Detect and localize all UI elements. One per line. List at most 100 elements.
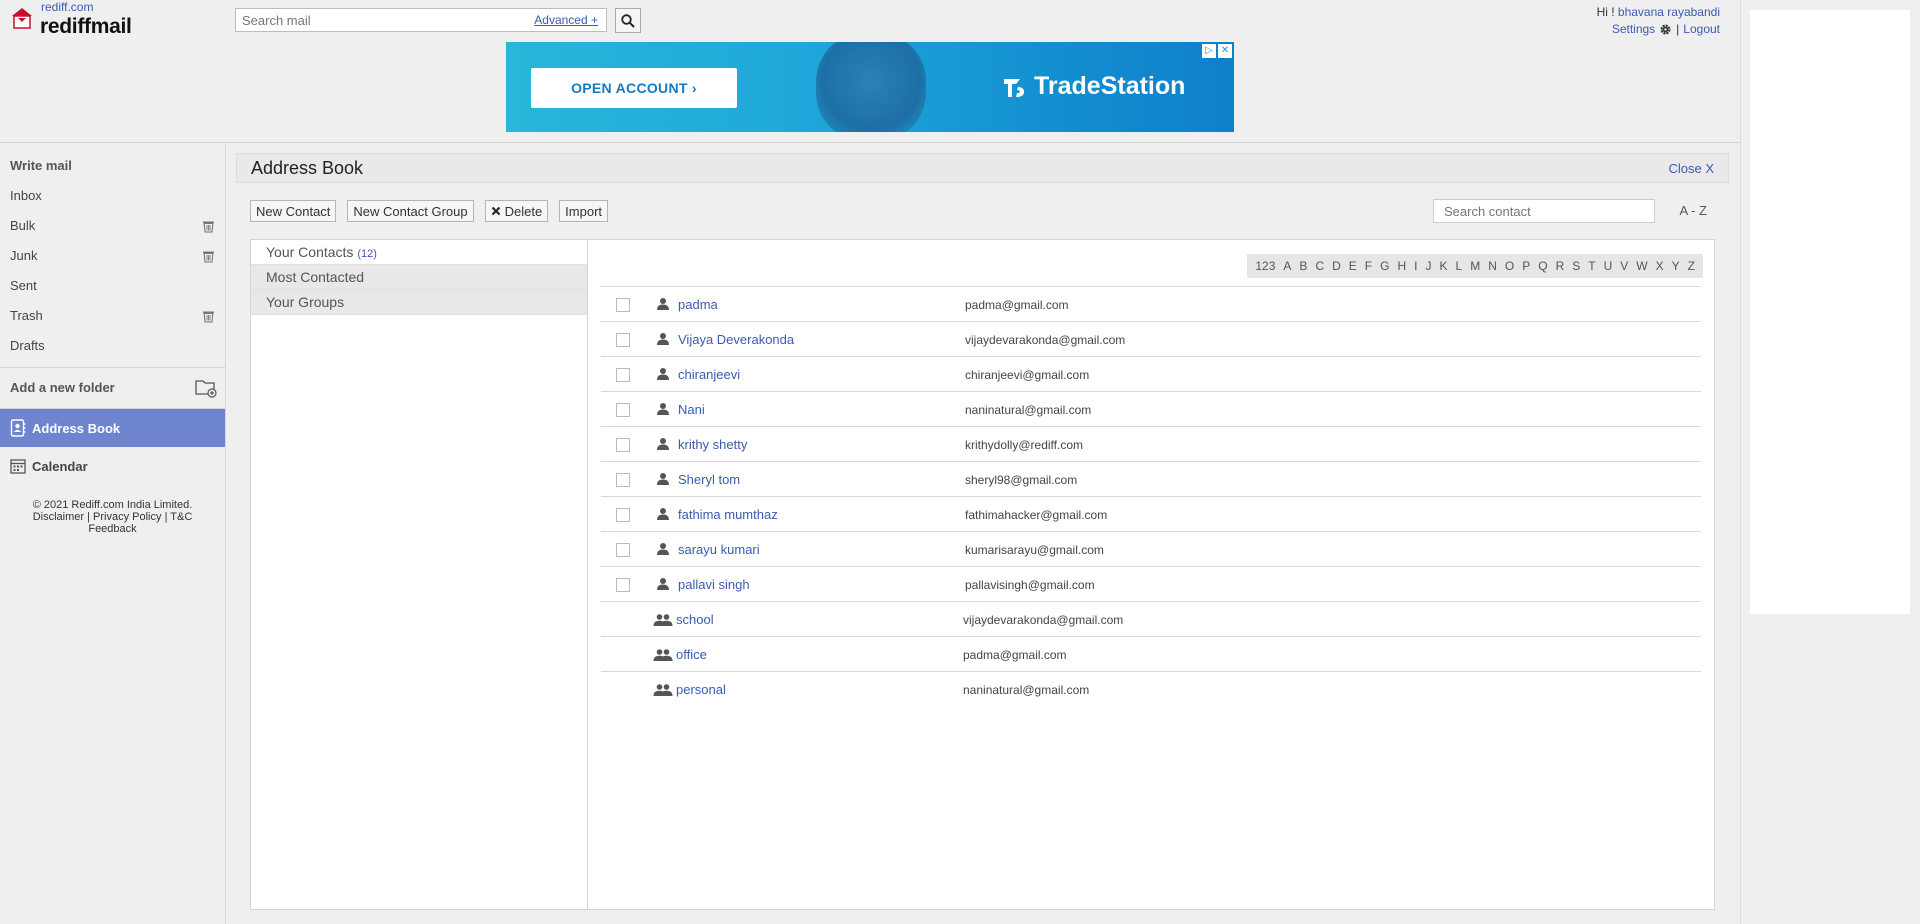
ad-close-icon[interactable]: ✕ (1218, 44, 1232, 58)
sidebar-item-drafts[interactable]: Drafts (0, 331, 225, 361)
add-folder-button[interactable]: Add a new folder (0, 367, 225, 409)
alphabet-letter[interactable]: H (1393, 254, 1410, 278)
new-contact-button[interactable]: New Contact (250, 200, 337, 222)
settings-link[interactable]: Settings (1612, 21, 1655, 37)
contact-checkbox[interactable] (616, 578, 630, 592)
alphabet-letter[interactable]: Z (1684, 254, 1699, 278)
delete-button[interactable]: Delete (484, 200, 549, 222)
group-name-link[interactable]: personal (676, 682, 726, 697)
alphabet-letter[interactable]: C (1311, 254, 1328, 278)
sidebar-item-address-book[interactable]: Address Book (0, 409, 225, 447)
feedback-link[interactable]: Feedback (88, 523, 136, 535)
alphabet-letter[interactable]: S (1568, 254, 1584, 278)
most-contacted-item[interactable]: Most Contacted (251, 265, 587, 290)
search-button[interactable] (615, 8, 641, 33)
group-email: vijaydevarakonda@gmail.com (963, 613, 1124, 627)
contact-name-link[interactable]: Nani (678, 402, 705, 417)
alphabet-letter[interactable]: T (1584, 254, 1599, 278)
sidebar-item-trash[interactable]: Trash (0, 301, 225, 331)
delete-label: Delete (504, 203, 543, 219)
alphabet-letter[interactable]: G (1376, 254, 1393, 278)
contact-name-link[interactable]: pallavi singh (678, 577, 750, 592)
your-contacts-item[interactable]: Your Contacts (12) (251, 240, 587, 265)
right-divider (1740, 0, 1741, 924)
alphabet-letter[interactable]: A (1279, 254, 1295, 278)
sidebar-item-inbox[interactable]: Inbox (0, 181, 225, 211)
alphabet-letter[interactable]: R (1552, 254, 1569, 278)
ad-choices[interactable]: ▷ ✕ (1202, 44, 1232, 58)
empty-folder-trash-icon[interactable] (202, 250, 215, 263)
alphabet-letter[interactable]: L (1452, 254, 1467, 278)
contact-checkbox[interactable] (616, 438, 630, 452)
contact-row: padma padma@gmail.com (601, 286, 1701, 321)
your-groups-item[interactable]: Your Groups (251, 290, 587, 315)
alphabet-letter[interactable]: U (1600, 254, 1617, 278)
contact-checkbox[interactable] (616, 508, 630, 522)
contact-name-link[interactable]: Vijaya Deverakonda (678, 332, 794, 347)
ad-open-account-button[interactable]: OPEN ACCOUNT › (531, 68, 737, 108)
alphabet-letter[interactable]: D (1328, 254, 1345, 278)
rediff-site-link[interactable]: rediff.com (41, 0, 93, 14)
contact-row: Sheryl tom sheryl98@gmail.com (601, 461, 1701, 496)
alphabet-letter[interactable]: J (1422, 254, 1436, 278)
group-name-link[interactable]: office (676, 647, 707, 662)
contact-checkbox[interactable] (616, 403, 630, 417)
alphabet-letter[interactable]: Q (1534, 254, 1551, 278)
contact-name-link[interactable]: Sheryl tom (678, 472, 740, 487)
empty-folder-trash-icon[interactable] (202, 220, 215, 233)
sidebar-item-label: Trash (10, 308, 43, 323)
alphabet-letter[interactable]: X (1652, 254, 1668, 278)
tc-link[interactable]: T&C (170, 511, 192, 523)
contact-name-link[interactable]: chiranjeevi (678, 367, 740, 382)
search-contact-input[interactable] (1434, 200, 1654, 222)
sort-az-toggle[interactable]: A - Z (1680, 203, 1707, 218)
header-divider (0, 142, 1740, 143)
import-button[interactable]: Import (559, 200, 609, 222)
alphabet-letter[interactable]: M (1466, 254, 1484, 278)
alphabet-letter[interactable]: V (1616, 254, 1632, 278)
alphabet-letter[interactable]: F (1361, 254, 1376, 278)
write-mail-link[interactable]: Write mail (0, 151, 225, 181)
ad-banner[interactable]: OPEN ACCOUNT › TradeStation ▷ ✕ (506, 42, 1234, 132)
group-icon (653, 684, 673, 696)
alphabet-letter[interactable]: W (1632, 254, 1651, 278)
sidebar-item-calendar[interactable]: Calendar (0, 447, 225, 485)
close-address-book-link[interactable]: Close X (1668, 161, 1714, 176)
contact-checkbox[interactable] (616, 543, 630, 557)
alphabet-letter[interactable]: E (1345, 254, 1361, 278)
search-mail-input[interactable] (236, 9, 516, 31)
privacy-policy-link[interactable]: Privacy Policy (93, 511, 161, 523)
contact-checkbox[interactable] (616, 368, 630, 382)
sidebar-item-sent[interactable]: Sent (0, 271, 225, 301)
contact-name-link[interactable]: krithy shetty (678, 437, 747, 452)
close-icon (491, 206, 500, 216)
alphabet-letter[interactable]: P (1518, 254, 1534, 278)
alphabet-letter[interactable]: Y (1668, 254, 1684, 278)
ad-brand-logo: TradeStation (1000, 72, 1185, 101)
sidebar-item-bulk[interactable]: Bulk (0, 211, 225, 241)
contact-name-link[interactable]: sarayu kumari (678, 542, 760, 557)
empty-folder-trash-icon[interactable] (202, 310, 215, 323)
alphabet-letter[interactable]: 123 (1251, 254, 1279, 278)
disclaimer-link[interactable]: Disclaimer (33, 511, 84, 523)
alphabet-letter[interactable]: O (1501, 254, 1518, 278)
contact-name-link[interactable]: fathima mumthaz (678, 507, 778, 522)
sidebar-item-junk[interactable]: Junk (0, 241, 225, 271)
advanced-search-link[interactable]: Advanced + (534, 13, 598, 27)
contact-checkbox[interactable] (616, 473, 630, 487)
new-contact-group-button[interactable]: New Contact Group (347, 200, 474, 222)
tradestation-logo-icon (1004, 78, 1024, 97)
group-name-link[interactable]: school (676, 612, 714, 627)
contact-checkbox[interactable] (616, 298, 630, 312)
alphabet-letter[interactable]: N (1484, 254, 1501, 278)
contact-checkbox[interactable] (616, 333, 630, 347)
alphabet-letter[interactable]: K (1436, 254, 1452, 278)
logout-link[interactable]: Logout (1683, 21, 1720, 37)
alphabet-letter[interactable]: I (1410, 254, 1421, 278)
gear-icon[interactable] (1659, 23, 1672, 36)
contact-name-link[interactable]: padma (678, 297, 718, 312)
rediffmail-logo[interactable]: rediff.com rediffmail (8, 0, 208, 42)
user-name-link[interactable]: bhavana rayabandi (1618, 5, 1720, 19)
alphabet-letter[interactable]: B (1295, 254, 1311, 278)
ad-info-icon[interactable]: ▷ (1202, 44, 1216, 58)
